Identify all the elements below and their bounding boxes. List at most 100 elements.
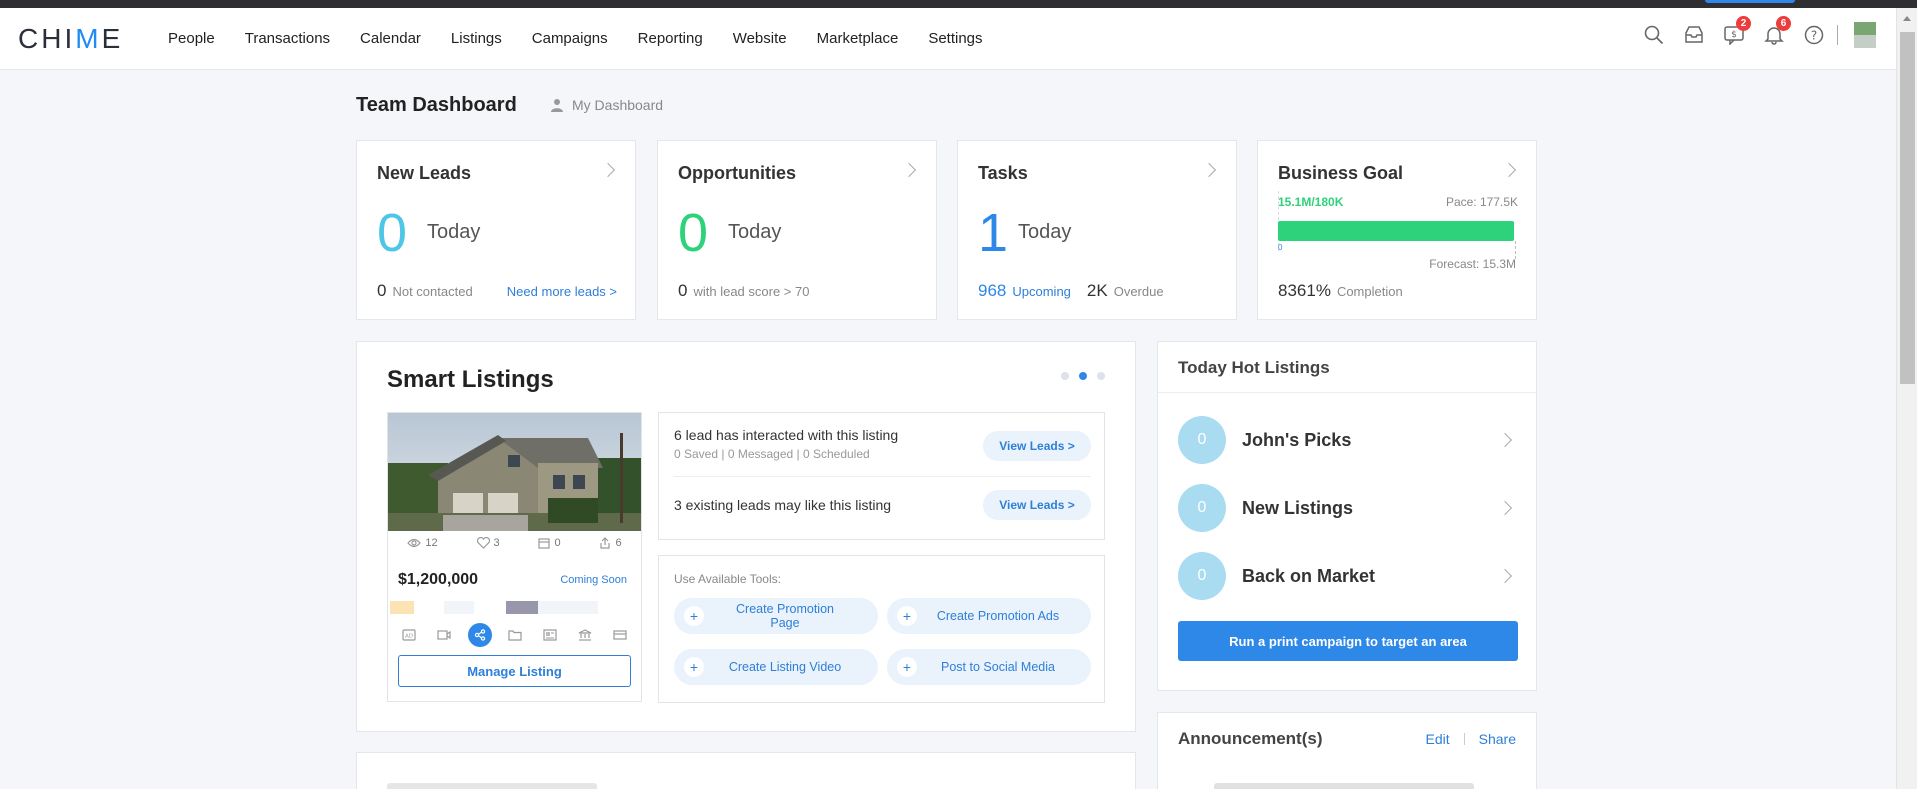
nav-reporting[interactable]: Reporting <box>638 30 703 47</box>
status-bar-segment-3 <box>506 601 538 614</box>
hot-item-count: 0 <box>1178 484 1226 532</box>
chevron-right-icon[interactable] <box>1201 162 1217 178</box>
overdue-count[interactable]: 2K <box>1087 281 1108 301</box>
my-dashboard-label: My Dashboard <box>572 97 664 113</box>
business-goal-card[interactable]: Business Goal 15.1M/180K Pace: 177.5K 0 … <box>1257 140 1537 320</box>
folder-icon[interactable] <box>504 624 526 646</box>
carousel-dot-1[interactable] <box>1061 372 1069 380</box>
heart-icon <box>476 537 490 549</box>
chevron-right-icon[interactable] <box>1501 162 1517 178</box>
page-scrollbar[interactable] <box>1896 8 1917 789</box>
need-more-leads-link[interactable]: Need more leads > <box>507 284 617 299</box>
lead-score-count: 0 <box>678 281 688 300</box>
may-like-row: 3 existing leads may like this listing V… <box>674 490 1091 520</box>
upcoming-count[interactable]: 968 <box>978 281 1006 301</box>
create-listing-video-button[interactable]: + Create Listing Video <box>674 649 878 685</box>
card-icon[interactable] <box>609 624 631 646</box>
plus-icon: + <box>684 657 704 677</box>
scroll-up-arrow[interactable] <box>1903 16 1911 21</box>
nav-transactions[interactable]: Transactions <box>245 30 330 47</box>
nav-people[interactable]: People <box>168 30 215 47</box>
upcoming-label[interactable]: Upcoming <box>1012 284 1071 299</box>
tasks-title: Tasks <box>978 163 1028 183</box>
chime-logo[interactable]: CHIME <box>18 23 168 55</box>
announcement-text-cutoff <box>1214 783 1474 789</box>
chat-money-icon[interactable]: $ 2 <box>1721 16 1751 48</box>
not-contacted-count: 0 <box>377 281 387 300</box>
goal-footer: 8361% Completion <box>1278 281 1403 301</box>
completion-value: 8361% <box>1278 281 1331 300</box>
hot-item-new-listings[interactable]: 0 New Listings <box>1178 484 1518 532</box>
chevron-right-icon[interactable] <box>600 162 616 178</box>
scrollbar-thumb[interactable] <box>1900 32 1915 384</box>
tasks-count: 1 <box>978 203 1009 263</box>
my-dashboard-link[interactable]: My Dashboard <box>550 97 663 113</box>
opportunities-title: Opportunities <box>678 163 796 183</box>
listing-interactions-panel: 6 lead has interacted with this listing … <box>658 412 1105 540</box>
create-promotion-ads-label: Create Promotion Ads <box>936 609 1060 623</box>
goal-progress-bar <box>1278 221 1514 241</box>
nav-listings[interactable]: Listings <box>451 30 502 47</box>
carousel-dots <box>1051 372 1105 380</box>
flyer-icon[interactable] <box>539 624 561 646</box>
share-icon <box>600 537 611 549</box>
chat-badge: 2 <box>1736 16 1751 31</box>
bank-icon[interactable] <box>574 624 596 646</box>
smart-listings-title: Smart Listings <box>387 366 554 393</box>
views-stat: 12 <box>407 537 438 549</box>
video-icon[interactable] <box>433 624 455 646</box>
nav-calendar[interactable]: Calendar <box>360 30 421 47</box>
help-icon[interactable]: ? <box>1801 22 1827 48</box>
manage-listing-button[interactable]: Manage Listing <box>398 655 631 687</box>
search-icon[interactable] <box>1641 22 1667 48</box>
carousel-dot-3[interactable] <box>1097 372 1105 380</box>
listing-photo[interactable] <box>388 413 641 531</box>
view-leads-button-1[interactable]: View Leads > <box>983 431 1091 461</box>
interacted-row: 6 lead has interacted with this listing … <box>674 427 1091 461</box>
hot-item-count: 0 <box>1178 416 1226 464</box>
view-leads-button-2[interactable]: View Leads > <box>983 490 1091 520</box>
new-leads-title: New Leads <box>377 163 472 183</box>
post-social-media-label: Post to Social Media <box>941 660 1055 674</box>
create-promotion-page-label: Create Promotion Page <box>736 602 834 630</box>
post-social-media-button[interactable]: + Post to Social Media <box>887 649 1091 685</box>
hot-item-johns-picks[interactable]: 0 John's Picks <box>1178 416 1518 464</box>
hot-item-back-on-market[interactable]: 0 Back on Market <box>1178 552 1518 600</box>
opportunities-footer: 0 with lead score > 70 <box>678 281 809 301</box>
opportunities-period: Today <box>728 221 782 243</box>
print-campaign-button[interactable]: Run a print campaign to target an area <box>1178 621 1518 661</box>
hot-item-label: Back on Market <box>1242 565 1376 586</box>
not-contacted-label: Not contacted <box>392 284 473 299</box>
svg-text:$: $ <box>1731 30 1737 40</box>
listing-price: $1,200,000 <box>398 571 479 588</box>
nav-marketplace[interactable]: Marketplace <box>817 30 899 47</box>
smart-listings-card: Smart Listings 12 3 0 6 $1,200,000 Comin… <box>356 341 1136 732</box>
chevron-right-icon[interactable] <box>901 162 917 178</box>
carousel-dot-2[interactable] <box>1079 372 1087 380</box>
announcement-edit-link[interactable]: Edit <box>1426 731 1450 747</box>
inbox-icon[interactable] <box>1681 22 1707 48</box>
tasks-card[interactable]: Tasks 1 Today 968 Upcoming 2K Overdue <box>957 140 1237 320</box>
chevron-right-icon <box>1497 568 1513 584</box>
opportunities-card[interactable]: Opportunities 0 Today 0 with lead score … <box>657 140 937 320</box>
create-promotion-page-button[interactable]: + Create Promotion Page <box>674 598 878 634</box>
share-network-icon[interactable] <box>467 623 492 647</box>
chevron-right-icon <box>1497 500 1513 516</box>
overdue-label[interactable]: Overdue <box>1114 284 1164 299</box>
top-accent <box>1705 0 1795 3</box>
interact-divider <box>674 476 1091 477</box>
ad-icon[interactable]: AD <box>398 624 420 646</box>
create-promotion-ads-button[interactable]: + Create Promotion Ads <box>887 598 1091 634</box>
hot-item-count: 0 <box>1178 552 1226 600</box>
user-avatar[interactable] <box>1854 22 1876 48</box>
announcement-share-link[interactable]: Share <box>1479 731 1516 747</box>
listing-stats-row: 12 3 0 6 <box>388 537 641 549</box>
likes-stat: 3 <box>476 537 500 549</box>
calendar-icon <box>538 538 551 549</box>
new-leads-card[interactable]: New Leads 0 Today 0 Not contacted Need m… <box>356 140 636 320</box>
nav-campaigns[interactable]: Campaigns <box>532 30 608 47</box>
shares-stat: 6 <box>599 537 622 549</box>
nav-website[interactable]: Website <box>733 30 787 47</box>
nav-settings[interactable]: Settings <box>928 30 982 47</box>
bell-icon[interactable]: 6 <box>1761 16 1791 48</box>
